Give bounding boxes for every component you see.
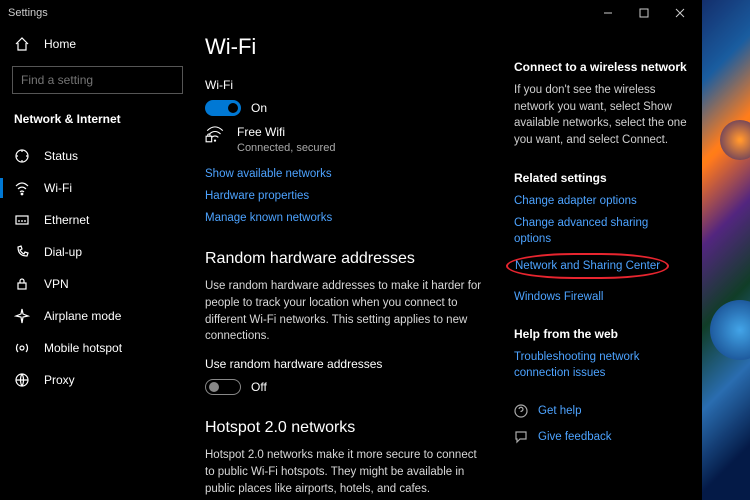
home-icon — [14, 36, 30, 52]
show-networks-link[interactable]: Show available networks — [205, 166, 484, 182]
sidebar-item-airplane[interactable]: Airplane mode — [0, 300, 195, 332]
maximize-button[interactable] — [626, 0, 662, 26]
proxy-icon — [14, 372, 30, 388]
sidebar-item-ethernet[interactable]: Ethernet — [0, 204, 195, 236]
home-label: Home — [44, 37, 76, 51]
hotspot-heading: Hotspot 2.0 networks — [205, 419, 484, 437]
minimize-button[interactable] — [590, 0, 626, 26]
sidebar-item-label: Proxy — [44, 373, 75, 387]
network-sharing-center-link[interactable]: Network and Sharing Center — [515, 258, 660, 274]
home-link[interactable]: Home — [0, 28, 195, 60]
vpn-icon — [14, 276, 30, 292]
sidebar-item-label: Dial-up — [44, 245, 82, 259]
right-rail: Connect to a wireless network If you don… — [514, 26, 702, 470]
page-title: Wi-Fi — [205, 34, 484, 60]
airplane-icon — [14, 308, 30, 324]
main-content: Wi-Fi Wi-Fi On Free Wifi Connected, secu… — [195, 26, 514, 470]
wifi-section-label: Wi-Fi — [205, 78, 484, 92]
sidebar-item-label: VPN — [44, 277, 69, 291]
sidebar-item-label: Status — [44, 149, 78, 163]
sidebar-item-hotspot[interactable]: Mobile hotspot — [0, 332, 195, 364]
status-icon — [14, 148, 30, 164]
wifi-toggle-state: On — [251, 101, 267, 115]
windows-firewall-link[interactable]: Windows Firewall — [514, 289, 688, 305]
give-feedback-link[interactable]: Give feedback — [538, 429, 612, 445]
troubleshoot-link[interactable]: Troubleshooting network connection issue… — [514, 349, 688, 381]
wifi-toggle[interactable] — [205, 100, 241, 116]
sidebar-item-label: Airplane mode — [44, 309, 121, 323]
sidebar-item-dialup[interactable]: Dial-up — [0, 236, 195, 268]
random-hw-toggle-state: Off — [251, 380, 267, 394]
random-hw-heading: Random hardware addresses — [205, 250, 484, 268]
sidebar-item-wifi[interactable]: Wi-Fi — [0, 172, 195, 204]
title-bar: Settings — [0, 0, 702, 26]
network-status: Connected, secured — [237, 141, 335, 156]
wifi-icon — [14, 180, 30, 196]
help-icon — [514, 404, 528, 418]
connect-heading: Connect to a wireless network — [514, 60, 688, 74]
advanced-sharing-link[interactable]: Change advanced sharing options — [514, 215, 688, 247]
sidebar-item-label: Wi-Fi — [44, 181, 72, 195]
sidebar-item-vpn[interactable]: VPN — [0, 268, 195, 300]
sidebar: Home Network & Internet Status Wi-Fi Et — [0, 26, 195, 500]
window-title: Settings — [8, 7, 48, 19]
network-name: Free Wifi — [237, 124, 335, 141]
random-hw-toggle[interactable] — [205, 379, 241, 395]
random-hw-desc: Use random hardware addresses to make it… — [205, 278, 484, 345]
random-hw-toggle-label: Use random hardware addresses — [205, 357, 484, 371]
current-network[interactable]: Free Wifi Connected, secured — [205, 124, 484, 156]
connect-desc: If you don't see the wireless network yo… — [514, 82, 688, 149]
search-box[interactable] — [12, 66, 183, 94]
sidebar-item-label: Mobile hotspot — [44, 341, 122, 355]
hotspot-desc: Hotspot 2.0 networks make it more secure… — [205, 447, 484, 497]
feedback-icon — [514, 430, 528, 444]
sidebar-item-proxy[interactable]: Proxy — [0, 364, 195, 396]
hardware-properties-link[interactable]: Hardware properties — [205, 188, 484, 204]
sidebar-item-status[interactable]: Status — [0, 140, 195, 172]
get-help-link[interactable]: Get help — [538, 403, 581, 419]
related-heading: Related settings — [514, 171, 688, 185]
wifi-secured-icon — [205, 124, 225, 144]
manage-known-networks-link[interactable]: Manage known networks — [205, 210, 484, 226]
search-input[interactable] — [21, 73, 176, 87]
settings-window: Settings Home Network & Internet Status — [0, 0, 702, 500]
sidebar-item-label: Ethernet — [44, 213, 89, 227]
close-button[interactable] — [662, 0, 698, 26]
sidebar-category: Network & Internet — [0, 104, 195, 130]
help-heading: Help from the web — [514, 327, 688, 341]
change-adapter-link[interactable]: Change adapter options — [514, 193, 688, 209]
ethernet-icon — [14, 212, 30, 228]
desktop-wallpaper — [702, 0, 750, 500]
dialup-icon — [14, 244, 30, 260]
annotation-circle: Network and Sharing Center — [506, 253, 669, 279]
hotspot-icon — [14, 340, 30, 356]
